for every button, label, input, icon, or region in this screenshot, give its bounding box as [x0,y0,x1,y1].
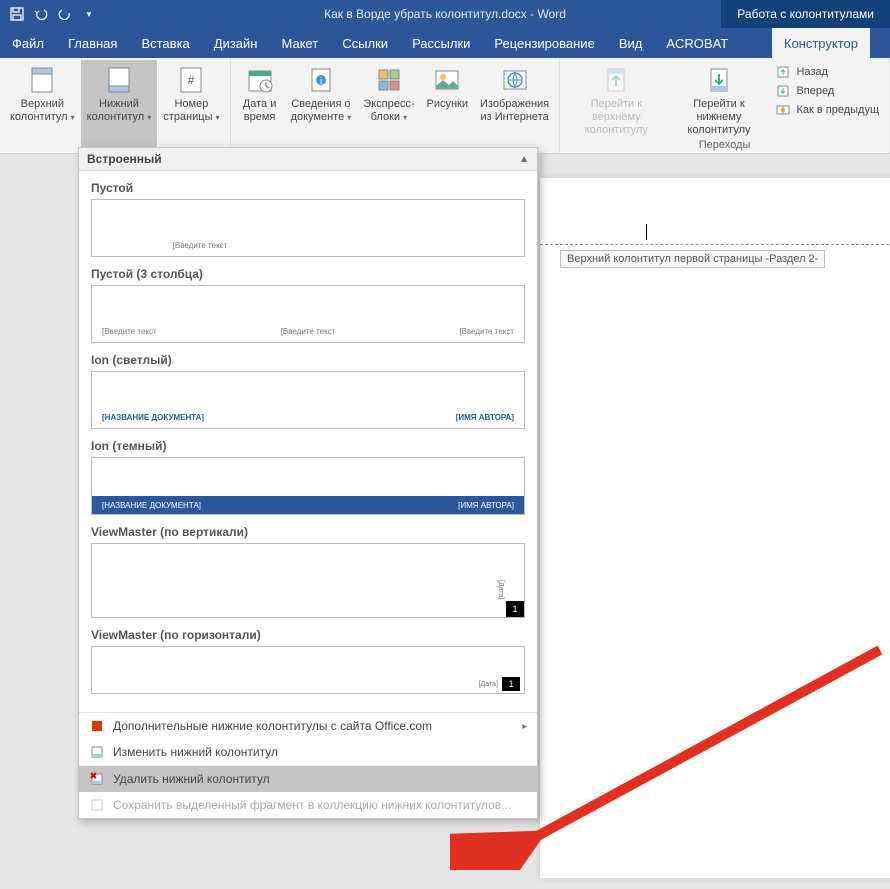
gallery-item-ion-dark[interactable]: Ion (темный) [НАЗВАНИЕ ДОКУМЕНТА] [ИМЯ А… [87,439,529,515]
gallery-item-blank[interactable]: Пустой [Введите текст [87,181,529,257]
picture-icon [431,64,463,96]
link-previous-icon [775,102,791,118]
online-pictures-button[interactable]: Изображенияиз Интернета [474,60,555,153]
title-bar: ▾ Как в Ворде убрать колонтитул.docx - W… [0,0,890,28]
link-previous-button[interactable]: Как в предыдущ [775,102,879,118]
ribbon: Верхнийколонтитул ▾ Нижнийколонтитул ▾ #… [0,58,890,154]
calendar-icon [244,64,276,96]
text-cursor [646,224,647,240]
chevron-right-icon: ▸ [522,721,527,732]
tab-review[interactable]: Рецензирование [482,28,606,58]
office-icon [89,718,105,734]
tab-references[interactable]: Ссылки [330,28,400,58]
context-tab-label: Работа с колонтитулами [721,0,890,28]
pictures-button[interactable]: Рисунки [420,60,474,153]
page-number-icon: # [175,64,207,96]
header-button[interactable]: Верхнийколонтитул ▾ [4,60,81,153]
gallery-item-blank3[interactable]: Пустой (3 столбца) [Введите текст [Введи… [87,267,529,343]
quick-access-toolbar: ▾ [0,3,100,25]
tab-constructor[interactable]: Конструктор [772,28,870,58]
nav-back-button[interactable]: Назад [775,64,879,80]
svg-text:i: i [320,76,322,86]
svg-text:#: # [188,73,195,87]
gallery-body[interactable]: Пустой [Введите текст Пустой (3 столбца)… [79,171,537,712]
remove-footer[interactable]: Удалить нижний колонтитул [79,765,537,792]
tab-insert[interactable]: Вставка [129,28,201,58]
footer-icon [103,64,135,96]
scroll-up-icon[interactable]: ▲ [519,154,529,165]
goto-header-button: Перейти к верхнемуколонтитулу [564,60,668,138]
save-selection-footer: Сохранить выделенный фрагмент в коллекци… [79,792,537,818]
redo-icon[interactable] [54,3,76,25]
gallery-item-vm-horizontal[interactable]: ViewMaster (по горизонтали) [Дата] 1 [87,628,529,694]
edit-footer[interactable]: Изменить нижний колонтитул [79,739,537,765]
page-number-button[interactable]: # Номерстраницы ▾ [157,60,225,153]
tab-file[interactable]: Файл [0,28,56,58]
quick-parts-button[interactable]: Экспресс-блоки ▾ [357,60,420,153]
footer-button[interactable]: Нижнийколонтитул ▾ [81,60,158,153]
save-selection-icon [89,797,105,813]
gallery-header: Встроенный ▲ [79,148,537,171]
doc-info-icon: i [305,64,337,96]
goto-footer-icon [703,64,735,96]
goto-header-icon [600,64,632,96]
nav-group-label: Переходы [564,138,885,153]
header-icon [26,64,58,96]
nav-forward-button[interactable]: Вперед [775,83,879,99]
goto-footer-button[interactable]: Перейти к нижнемуколонтитулу [668,60,769,138]
qat-customize-icon[interactable]: ▾ [78,3,100,25]
tab-view[interactable]: Вид [607,28,655,58]
back-icon [775,64,791,80]
header-section-tag: Верхний колонтитул первой страницы -Разд… [560,250,825,268]
doc-info-button[interactable]: i Сведения одокументе ▾ [285,60,358,153]
online-picture-icon [499,64,531,96]
forward-icon [775,83,791,99]
more-footers-online[interactable]: Дополнительные нижние колонтитулы с сайт… [79,713,537,739]
tab-mailings[interactable]: Рассылки [400,28,482,58]
undo-icon[interactable] [30,3,52,25]
tab-layout[interactable]: Макет [269,28,330,58]
tab-home[interactable]: Главная [56,28,129,58]
remove-footer-icon [89,771,105,787]
gallery-item-vm-vertical[interactable]: ViewMaster (по вертикали) [Дата] 1 [87,525,529,618]
tab-design[interactable]: Дизайн [202,28,270,58]
ribbon-tabs: Файл Главная Вставка Дизайн Макет Ссылки… [0,28,890,58]
date-time-button[interactable]: Дата ивремя [235,60,285,153]
gallery-item-ion-light[interactable]: Ion (светлый) [НАЗВАНИЕ ДОКУМЕНТА] [ИМЯ … [87,353,529,429]
quick-parts-icon [373,64,405,96]
save-icon[interactable] [6,3,28,25]
page[interactable]: Верхний колонтитул первой страницы -Разд… [540,178,890,878]
header-boundary [540,244,890,245]
gallery-footer: Дополнительные нижние колонтитулы с сайт… [79,712,537,818]
footer-gallery-dropdown: Встроенный ▲ Пустой [Введите текст Пусто… [78,147,538,819]
tab-acrobat[interactable]: ACROBAT [654,28,740,58]
edit-footer-icon [89,744,105,760]
